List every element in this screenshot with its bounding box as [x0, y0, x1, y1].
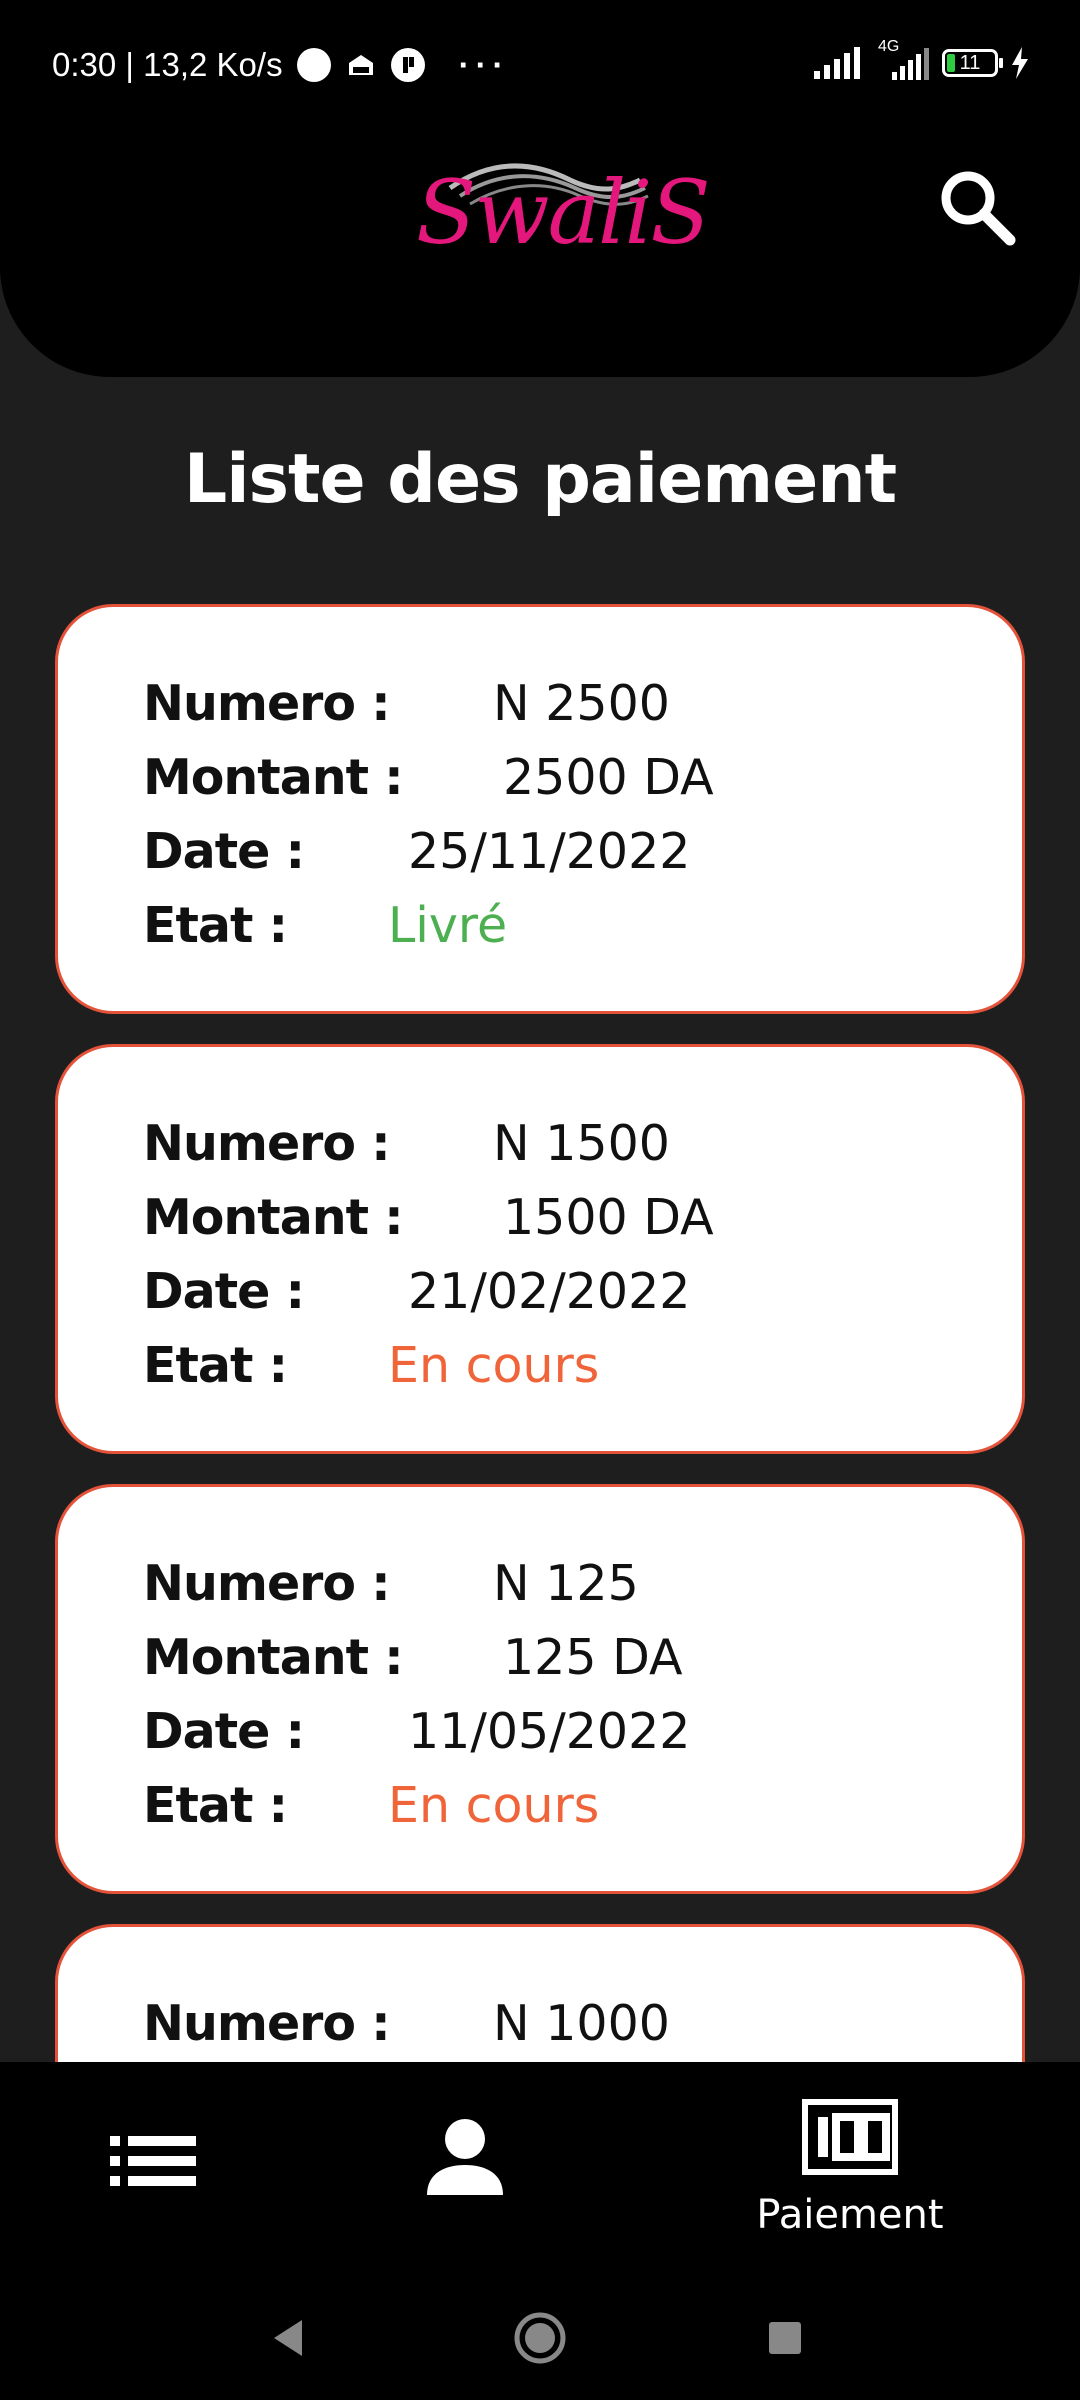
payment-card[interactable]: Numero : N 2500 Montant : 2500 DA Date :… [55, 604, 1025, 1014]
status-bar: 0:30 | 13,2 Ko/s ··· 4G 11 [0, 0, 1080, 130]
numero-label: Numero : [143, 675, 391, 732]
back-button[interactable] [260, 2308, 320, 2368]
signal-icon [814, 47, 860, 79]
etat-label: Etat : [143, 897, 288, 954]
etat-value: Livré [388, 897, 508, 954]
row-etat: Etat : En cours [143, 1771, 943, 1841]
recents-button[interactable] [755, 2308, 815, 2368]
bottom-nav: Paiement [0, 2062, 1080, 2270]
row-numero: Numero : N 125 [143, 1549, 943, 1619]
app-notification-icon [390, 48, 425, 82]
numero-label: Numero : [143, 1555, 391, 1612]
row-montant: Montant : 125 DA [143, 1623, 943, 1693]
back-icon [274, 2320, 302, 2356]
logo-text: SwaliS [416, 161, 711, 264]
etat-label: Etat : [143, 1337, 288, 1394]
nav-profile[interactable] [370, 2062, 560, 2270]
notification-icon [345, 49, 377, 81]
numero-value: N 1000 [493, 1995, 670, 2052]
montant-label: Montant : [143, 1189, 404, 1246]
etat-label: Etat : [143, 1777, 288, 1834]
date-value: 25/11/2022 [408, 823, 691, 880]
battery-level: 11 [959, 52, 981, 74]
row-numero: Numero : N 2500 [143, 669, 943, 739]
numero-value: N 1500 [493, 1115, 670, 1172]
row-date: Date : 25/11/2022 [143, 817, 943, 887]
more-notifications-icon: ··· [458, 46, 510, 83]
row-date: Date : 21/02/2022 [143, 1257, 943, 1327]
payment-card[interactable]: Numero : N 125 Montant : 125 DA Date : 1… [55, 1484, 1025, 1894]
battery-icon: 11 [942, 49, 1003, 77]
date-label: Date : [143, 823, 305, 880]
numero-label: Numero : [143, 1995, 391, 2052]
home-icon [514, 2312, 566, 2364]
search-button[interactable] [938, 168, 1016, 246]
date-label: Date : [143, 1703, 305, 1760]
row-montant: Montant : 2500 DA [143, 743, 943, 813]
etat-value: En cours [388, 1337, 600, 1394]
payment-100-icon [802, 2099, 898, 2175]
nav-list[interactable] [60, 2062, 250, 2270]
payment-card[interactable]: Numero : N 1000 [55, 1924, 1025, 2062]
charging-icon [1012, 47, 1028, 79]
row-etat: Etat : En cours [143, 1331, 943, 1401]
list-icon [110, 2136, 196, 2186]
date-value: 11/05/2022 [408, 1703, 691, 1760]
etat-value: En cours [388, 1777, 600, 1834]
signal-4g-icon: 4G [878, 38, 930, 80]
payment-list[interactable]: Numero : N 2500 Montant : 2500 DA Date :… [55, 604, 1025, 2062]
numero-value: N 2500 [493, 675, 670, 732]
nav-paiement[interactable]: Paiement [740, 2062, 960, 2270]
recents-icon [769, 2322, 801, 2354]
payment-card[interactable]: Numero : N 1500 Montant : 1500 DA Date :… [55, 1044, 1025, 1454]
row-etat: Etat : Livré [143, 891, 943, 961]
montant-value: 125 DA [503, 1629, 683, 1686]
montant-label: Montant : [143, 1629, 404, 1686]
montant-value: 2500 DA [503, 749, 714, 806]
numero-label: Numero : [143, 1115, 391, 1172]
montant-value: 1500 DA [503, 1189, 714, 1246]
row-numero: Numero : N 1000 [143, 1989, 943, 2059]
system-nav [0, 2270, 1080, 2400]
montant-label: Montant : [143, 749, 404, 806]
messenger-icon [296, 48, 331, 82]
date-label: Date : [143, 1263, 305, 1320]
date-value: 21/02/2022 [408, 1263, 691, 1320]
row-montant: Montant : 1500 DA [143, 1183, 943, 1253]
screen: SwaliS 0:30 | 13,2 Ko/s ··· 4G 11 Liste … [0, 0, 1080, 2400]
row-numero: Numero : N 1500 [143, 1109, 943, 1179]
row-date: Date : 11/05/2022 [143, 1697, 943, 1767]
swalis-logo: SwaliS [410, 150, 711, 264]
numero-value: N 125 [493, 1555, 639, 1612]
home-button[interactable] [510, 2308, 570, 2368]
nav-paiement-label: Paiement [756, 2192, 944, 2238]
status-time-speed: 0:30 | 13,2 Ko/s [52, 46, 283, 83]
search-icon [941, 171, 1016, 246]
page-title: Liste des paiement [183, 440, 897, 519]
person-icon [427, 2119, 503, 2195]
